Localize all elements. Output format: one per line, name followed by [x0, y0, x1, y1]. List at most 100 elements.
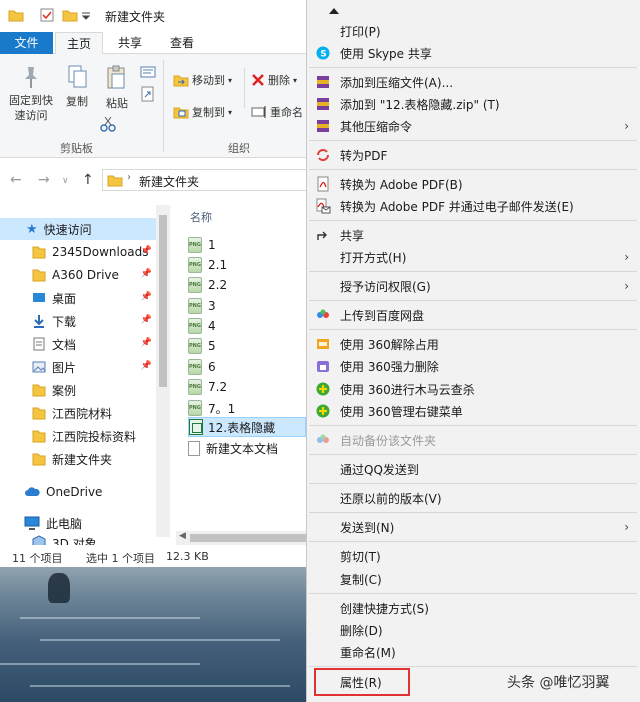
copy-to-button[interactable]: 复制到 ▾	[173, 104, 232, 120]
move-folder-icon	[173, 75, 189, 87]
paste-button[interactable]: 粘贴	[100, 64, 134, 111]
new-folder-icon[interactable]	[62, 8, 78, 22]
move-to-button[interactable]: 移动到 ▾	[173, 72, 232, 88]
file-item[interactable]: 2.2	[188, 275, 306, 295]
selected-size: 12.3 KB	[166, 550, 209, 563]
scrollbar-thumb[interactable]	[190, 534, 306, 542]
file-item[interactable]: 1	[188, 235, 306, 255]
wallpaper-wave	[0, 663, 200, 665]
delete-button[interactable]: 删除 ▾	[251, 72, 297, 88]
nav-item-a360-drive[interactable]: A360 Drive 📌	[0, 264, 156, 286]
address-box[interactable]: › 新建文件夹	[102, 169, 306, 191]
file-name: 2.1	[208, 258, 228, 272]
breadcrumb-chevron-icon[interactable]: ›	[127, 172, 131, 183]
nav-item-jiangxi-materials[interactable]: 江西院材料	[0, 402, 156, 424]
menu-item-qq-send[interactable]: 通过QQ发送到	[307, 458, 640, 480]
file-item[interactable]: 4	[188, 316, 306, 336]
nav-item-2345downloads[interactable]: 2345Downloads 📌	[0, 241, 156, 263]
file-list-scrollbar[interactable]: ◀	[176, 531, 306, 545]
nav-item-new-folder[interactable]: 新建文件夹	[0, 448, 156, 470]
menu-item-share[interactable]: 共享	[307, 224, 640, 246]
menu-item-label: 剪切(T)	[340, 549, 381, 564]
file-explorer-window: 新建文件夹 文件 主页 共享 查看 固定到快速访问 复制 粘贴 剪贴板 移动到 ▾	[0, 0, 306, 567]
paste-shortcut-icon[interactable]	[140, 86, 156, 102]
menu-item-label: 添加到压缩文件(A)...	[340, 75, 454, 90]
menu-item-360-manage[interactable]: 使用 360管理右键菜单	[307, 400, 640, 422]
star-icon: ★	[26, 221, 38, 237]
scroll-left-icon[interactable]: ◀	[179, 531, 186, 541]
file-item[interactable]: 3	[188, 296, 306, 316]
properties-check-icon[interactable]	[40, 8, 54, 22]
nav-item-documents[interactable]: 文档 📌	[0, 333, 156, 355]
pin-icon[interactable]: 📌	[141, 292, 152, 302]
file-item[interactable]: 新建文本文档	[188, 438, 306, 458]
tab-share[interactable]: 共享	[108, 32, 152, 54]
forward-arrow-icon[interactable]: →	[38, 172, 50, 188]
pdf-convert-icon	[315, 147, 331, 163]
file-item[interactable]: 6	[188, 357, 306, 377]
pin-icon[interactable]: 📌	[141, 315, 152, 325]
menu-item-print[interactable]: 打印(P)	[307, 20, 640, 42]
file-item[interactable]: 7。1	[188, 398, 306, 418]
tab-view[interactable]: 查看	[160, 32, 204, 54]
tab-file[interactable]: 文件	[0, 32, 53, 54]
file-item[interactable]: 5	[188, 336, 306, 356]
nav-item-onedrive[interactable]: OneDrive	[0, 481, 156, 503]
nav-item-this-pc[interactable]: 此电脑	[0, 512, 156, 534]
pin-icon[interactable]: 📌	[141, 246, 152, 256]
menu-separator	[309, 425, 637, 426]
file-item[interactable]: 7.2	[188, 377, 306, 397]
pin-icon[interactable]: 📌	[141, 269, 152, 279]
menu-item-baidu-upload[interactable]: 上传到百度网盘	[307, 304, 640, 326]
menu-item-send-to[interactable]: 发送到(N) ›	[307, 516, 640, 538]
copy-path-icon[interactable]	[140, 66, 156, 78]
menu-item-360-unlock[interactable]: 使用 360解除占用	[307, 333, 640, 355]
nav-pane-scrollbar[interactable]	[156, 205, 170, 537]
file-name: 2.2	[208, 278, 228, 292]
pin-quick-access-button[interactable]: 固定到快速访问	[4, 64, 58, 123]
pin-icon[interactable]: 📌	[141, 361, 152, 371]
menu-item-adobe-pdf-email[interactable]: 转换为 Adobe PDF 并通过电子邮件发送(E)	[307, 195, 640, 217]
menu-item-delete[interactable]: 删除(D)	[307, 619, 640, 641]
menu-item-create-shortcut[interactable]: 创建快捷方式(S)	[307, 597, 640, 619]
file-item-selected[interactable]: 12.表格隐藏	[188, 417, 306, 437]
menu-item-adobe-pdf[interactable]: 转换为 Adobe PDF(B)	[307, 173, 640, 195]
nav-item-jiangxi-bid[interactable]: 江西院投标资料	[0, 425, 156, 447]
nav-item-downloads[interactable]: 下载 📌	[0, 310, 156, 332]
nav-item-quick-access[interactable]: ★ 快速访问	[0, 218, 156, 240]
up-arrow-icon[interactable]: ↑	[82, 172, 94, 188]
tab-home[interactable]: 主页	[55, 32, 103, 55]
menu-item-360-force-delete[interactable]: 使用 360强力删除	[307, 355, 640, 377]
recent-chevron-icon[interactable]: ∨	[62, 176, 69, 186]
pin-icon[interactable]: 📌	[141, 338, 152, 348]
menu-item-more-compress[interactable]: 其他压缩命令 ›	[307, 115, 640, 137]
copy-button[interactable]: 复制	[62, 64, 92, 109]
paste-icon	[107, 65, 125, 89]
file-item[interactable]: 2.1	[188, 255, 306, 275]
menu-item-copy[interactable]: 复制(C)	[307, 568, 640, 590]
menu-item-grant-access[interactable]: 授予访问权限(G) ›	[307, 275, 640, 297]
nav-item-3d-objects[interactable]: 3D 对象	[0, 535, 156, 545]
column-header-name[interactable]: 名称	[190, 209, 212, 225]
scroll-up-icon[interactable]	[329, 8, 339, 14]
nav-item-pictures[interactable]: 图片 📌	[0, 356, 156, 378]
customize-toolbar-icon[interactable]	[82, 12, 90, 20]
ribbon-tabs: 文件 主页 共享 查看	[0, 32, 306, 55]
menu-item-add-archive[interactable]: 添加到压缩文件(A)...	[307, 71, 640, 93]
menu-item-skype-share[interactable]: S 使用 Skype 共享	[307, 42, 640, 64]
menu-item-rename[interactable]: 重命名(M)	[307, 641, 640, 663]
cut-icon[interactable]	[100, 116, 116, 132]
menu-item-360-trojan-scan[interactable]: 使用 360进行木马云查杀	[307, 378, 640, 400]
menu-item-open-with[interactable]: 打开方式(H) ›	[307, 246, 640, 268]
nav-item-desktop[interactable]: 桌面 📌	[0, 287, 156, 309]
rename-button[interactable]: 重命名	[251, 104, 303, 120]
nav-item-cases[interactable]: 案例	[0, 379, 156, 401]
menu-item-add-zip[interactable]: 添加到 "12.表格隐藏.zip" (T)	[307, 93, 640, 115]
cloud-icon	[25, 487, 40, 496]
menu-item-convert-pdf[interactable]: 转为PDF	[307, 144, 640, 166]
scrollbar-thumb[interactable]	[159, 215, 167, 387]
menu-item-cut[interactable]: 剪切(T)	[307, 545, 640, 567]
back-arrow-icon[interactable]: ←	[10, 172, 22, 188]
excel-file-icon	[189, 419, 203, 435]
menu-item-restore-versions[interactable]: 还原以前的版本(V)	[307, 487, 640, 509]
